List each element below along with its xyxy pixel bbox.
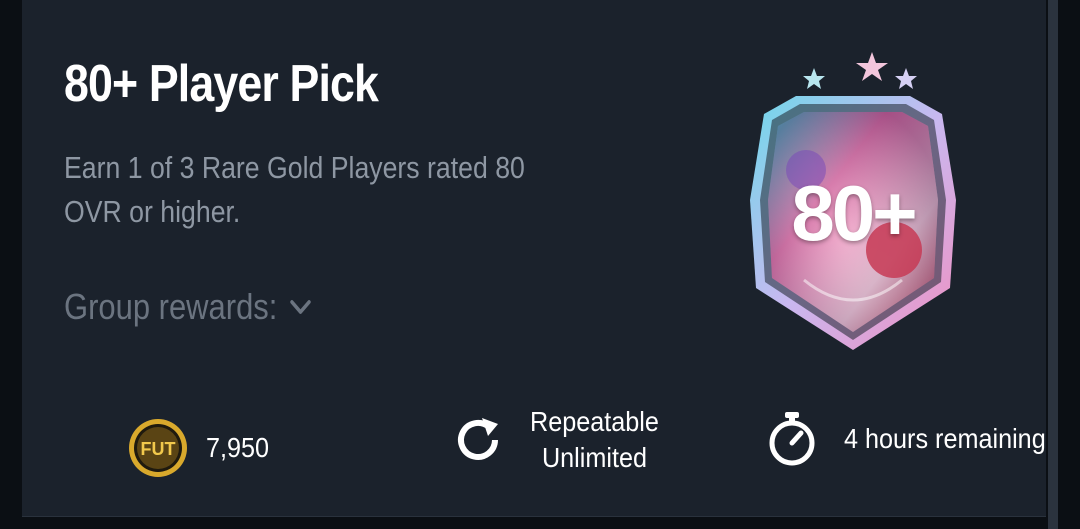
time-remaining-label: 4 hours remaining xyxy=(844,423,1046,454)
star-icon xyxy=(803,68,825,89)
cost-value: 7,950 xyxy=(206,432,270,463)
stopwatch-icon xyxy=(769,412,815,466)
objective-title: 80+ Player Pick xyxy=(64,55,379,113)
chevron-down-icon xyxy=(290,300,311,314)
badge-rating-label: 80+ xyxy=(791,169,917,257)
reward-pack-badge: 80+ xyxy=(744,50,962,360)
star-icon xyxy=(856,52,888,81)
repeatable-label: Repeatable xyxy=(530,406,659,437)
repeatable-info: Repeatable Unlimited xyxy=(452,404,673,476)
scrollbar[interactable] xyxy=(1048,0,1058,529)
fut-coin-label: FUT xyxy=(141,439,176,459)
objective-card[interactable]: 80+ Player Pick Earn 1 of 3 Rare Gold Pl… xyxy=(22,0,1046,517)
fut-coin-icon: FUT xyxy=(129,419,187,477)
objective-description: Earn 1 of 3 Rare Gold Players rated 80 O… xyxy=(64,150,525,229)
cost-info: FUT 7,950 xyxy=(128,418,276,478)
group-rewards-label: Group rewards: xyxy=(64,286,278,327)
group-rewards-toggle[interactable]: Group rewards: xyxy=(64,286,313,328)
time-remaining-info: 4 hours remaining xyxy=(766,412,1068,466)
star-icon xyxy=(895,68,917,89)
repeat-count-label: Unlimited xyxy=(541,442,647,473)
refresh-icon xyxy=(458,418,498,460)
